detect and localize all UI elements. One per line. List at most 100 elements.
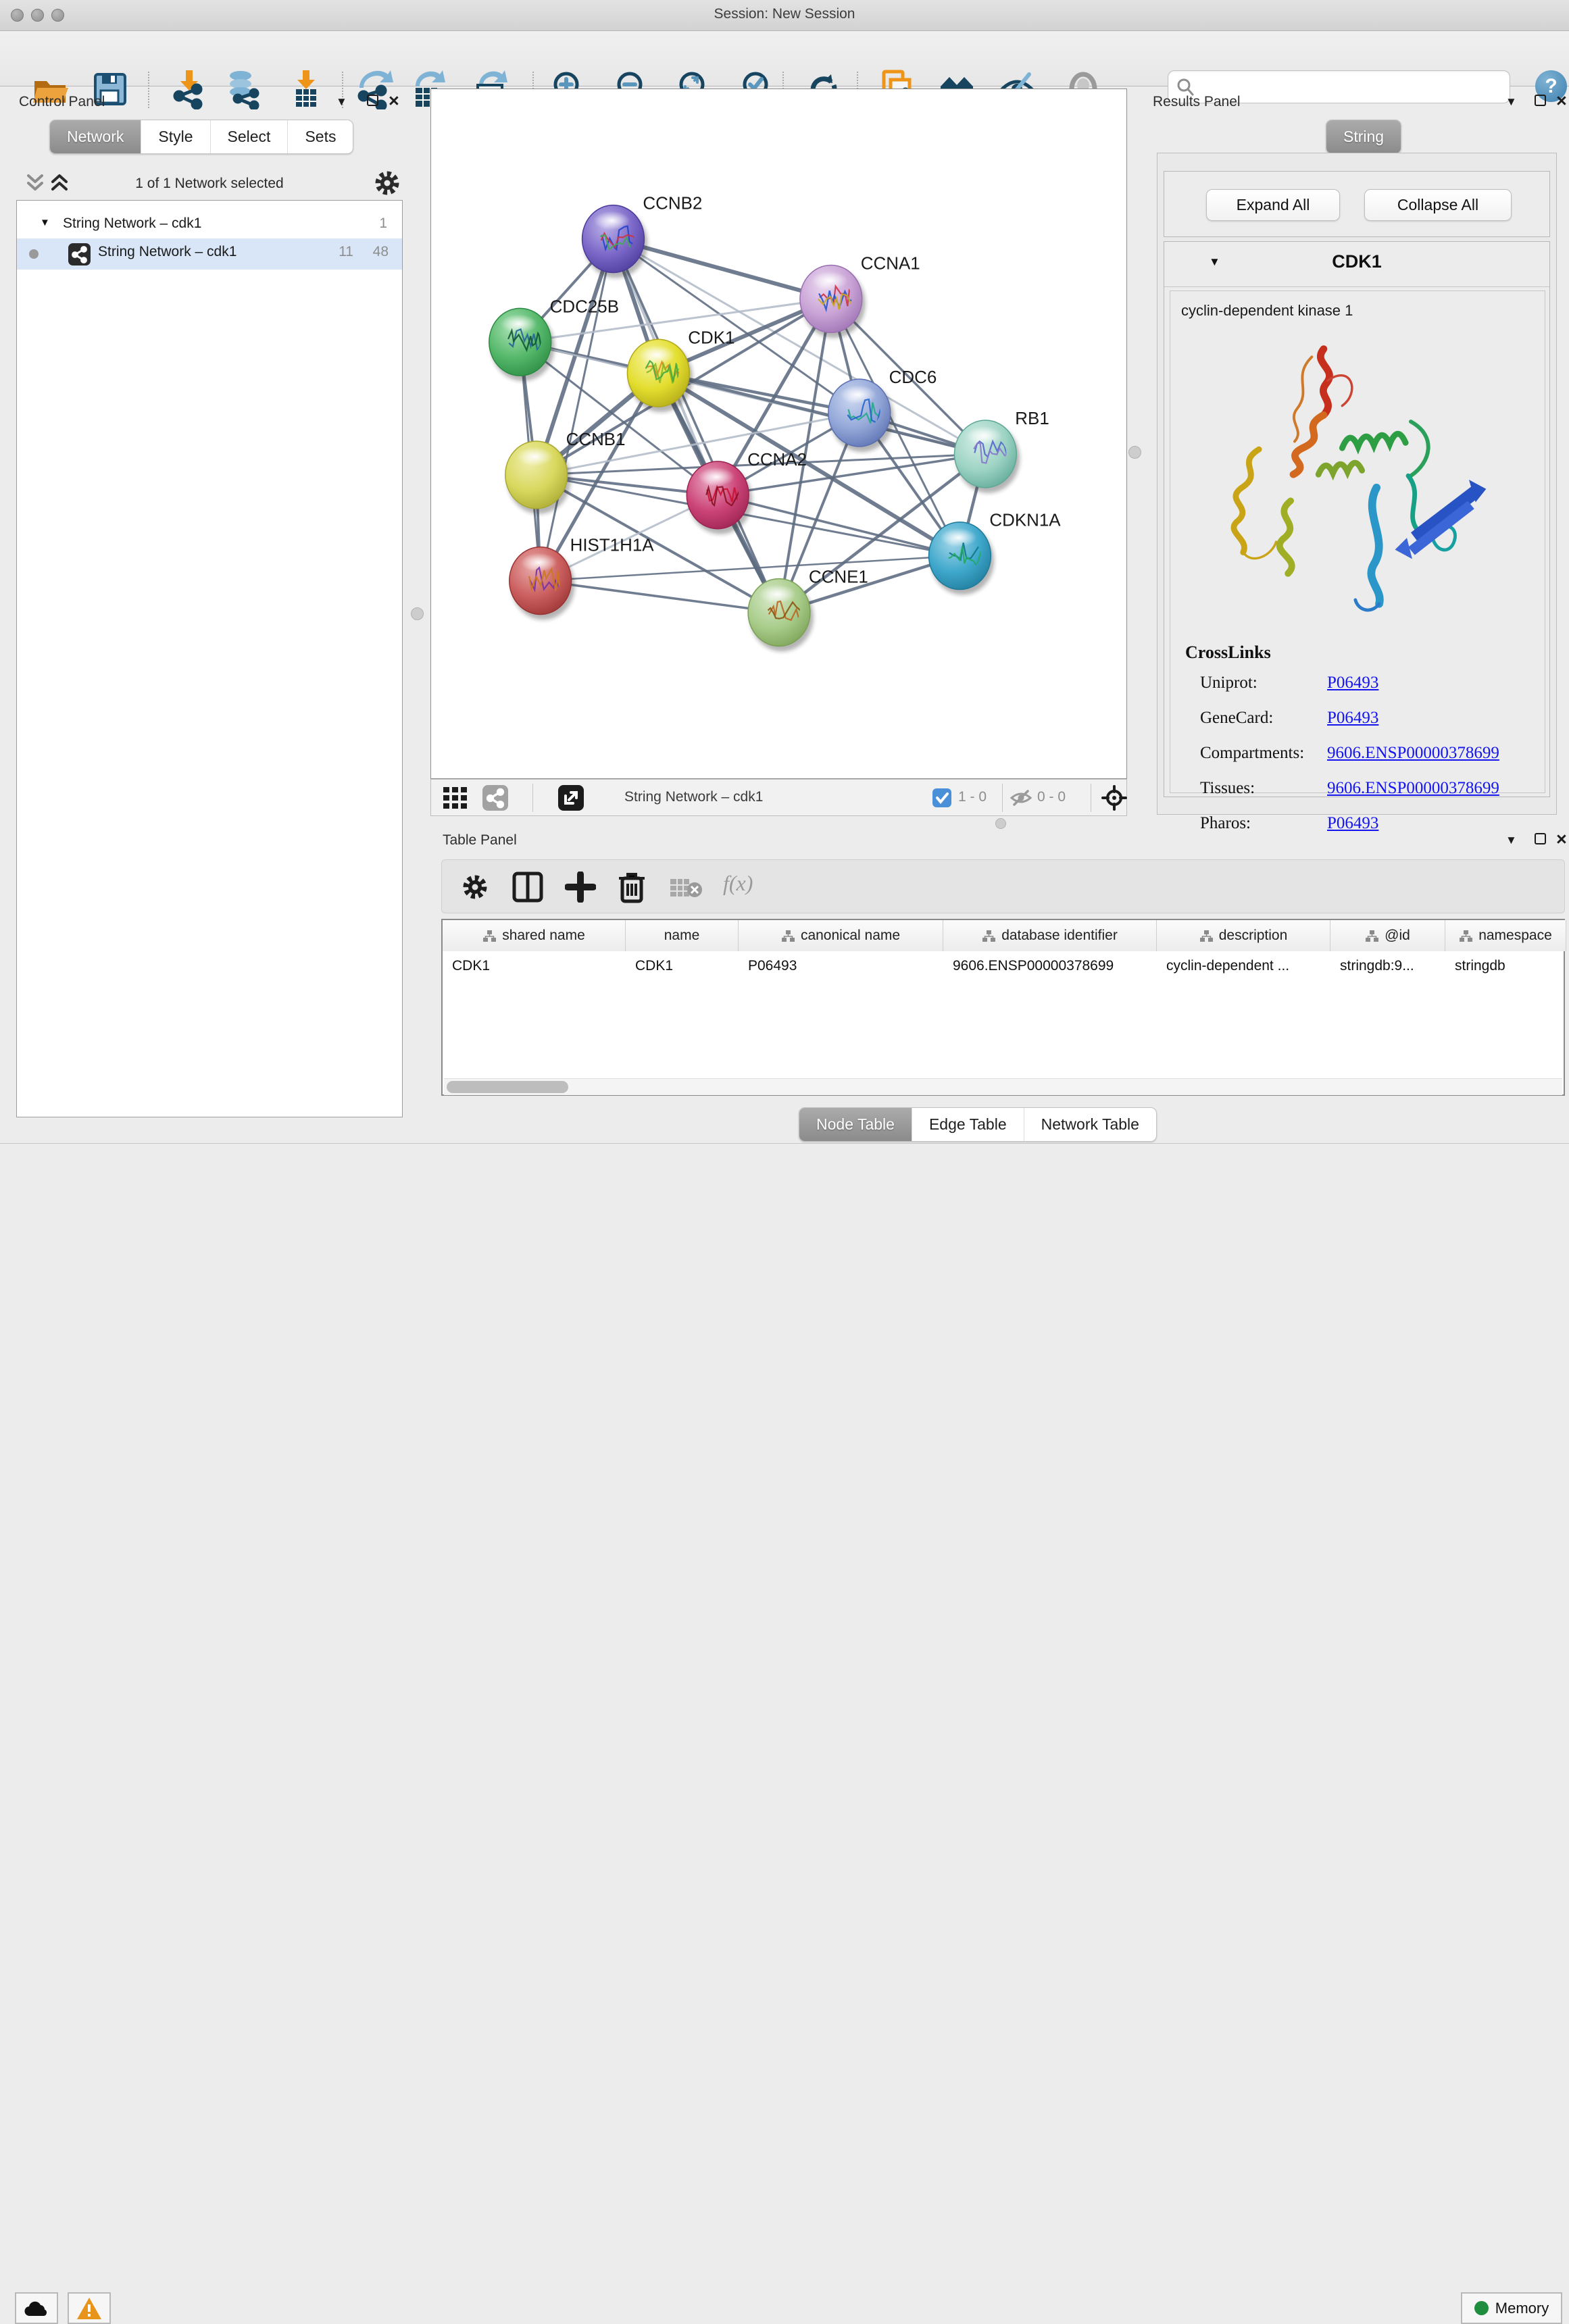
cloud-button[interactable] <box>15 2292 58 2324</box>
function-builder-icon[interactable]: f(x) <box>723 871 753 896</box>
warnings-button[interactable] <box>68 2292 111 2324</box>
graph-edge[interactable] <box>541 239 614 581</box>
table-cell[interactable]: P06493 <box>739 951 943 981</box>
selected-nodes-edges-count: 1 - 0 <box>958 789 987 805</box>
tab-style[interactable]: Style <box>141 120 209 153</box>
import-table-from-file-icon[interactable] <box>287 69 326 109</box>
table-cell[interactable]: stringdb:9... <box>1330 951 1445 981</box>
string-app-icon <box>68 243 91 266</box>
collapse-all-icon[interactable] <box>24 172 49 195</box>
table-options-gear-icon[interactable] <box>461 873 489 901</box>
network-name: String Network – cdk1 <box>98 244 236 260</box>
right-splitter-handle[interactable] <box>1128 446 1141 459</box>
network-row[interactable]: String Network – cdk1 11 48 <box>17 238 402 270</box>
expand-all-icon[interactable] <box>49 172 73 195</box>
graph-node-label: CCNA2 <box>747 451 807 470</box>
control-panel-tabs: NetworkStyleSelectSets <box>49 120 353 154</box>
control-panel-close-icon[interactable]: × <box>389 95 399 107</box>
grid-view-icon[interactable] <box>443 787 468 809</box>
tab-string[interactable]: String <box>1326 120 1401 153</box>
graph-edge[interactable] <box>541 581 779 613</box>
graph-node-label: RB1 <box>1015 409 1049 428</box>
column-header--id[interactable]: @id <box>1330 920 1445 951</box>
table-cell[interactable]: 9606.ENSP00000378699 <box>943 951 1157 981</box>
table-panel-close-icon[interactable]: × <box>1556 834 1567 845</box>
graph-node-CDK1[interactable]: CDK1 <box>627 328 734 412</box>
application-window: Session: New Session <box>0 0 1569 1185</box>
column-header-label: canonical name <box>801 928 900 944</box>
column-type-icon <box>482 930 497 942</box>
results-panel-undock-icon[interactable] <box>1535 95 1546 106</box>
toolbar-separator <box>148 72 149 108</box>
table-cell[interactable]: CDK1 <box>443 951 626 981</box>
import-network-from-database-icon[interactable] <box>223 69 262 109</box>
graph-edge[interactable] <box>613 239 779 613</box>
delete-column-trash-icon[interactable] <box>616 870 647 904</box>
string-style-icon[interactable] <box>482 785 508 811</box>
graph-node-CDKN1A[interactable]: CDKN1A <box>929 511 1062 595</box>
graph-node-label: CCNA1 <box>861 254 920 273</box>
column-header-namespace[interactable]: namespace <box>1445 920 1566 951</box>
graph-node-CCNB2[interactable]: CCNB2 <box>582 195 703 278</box>
graph-node-RB1[interactable]: RB1 <box>954 409 1049 493</box>
scrollbar-thumb[interactable] <box>447 1081 568 1093</box>
network-canvas[interactable]: CCNB2CCNA1CDC25BCDK1CDC6RB1CCNB1CCNA2CDK… <box>430 89 1127 779</box>
crosslink-value-link[interactable]: P06493 <box>1327 709 1378 728</box>
network-edge-count: 48 <box>373 244 389 260</box>
network-node-count: 11 <box>339 244 353 260</box>
gene-section-header[interactable]: ▼ CDK1 <box>1164 242 1549 287</box>
tab-sets[interactable]: Sets <box>287 120 353 153</box>
collection-expander-icon[interactable]: ▼ <box>40 217 50 228</box>
column-header-canonical-name[interactable]: canonical name <box>739 920 943 951</box>
graph-node-CCNA1[interactable]: CCNA1 <box>800 254 920 338</box>
birds-eye-view-icon[interactable] <box>1101 785 1127 811</box>
bottom-splitter-handle[interactable] <box>995 818 1006 829</box>
column-header-description[interactable]: description <box>1157 920 1330 951</box>
column-header-shared-name[interactable]: shared name <box>443 920 626 951</box>
show-columns-icon[interactable] <box>512 872 543 903</box>
network-options-gear-icon[interactable] <box>373 169 401 197</box>
search-input[interactable] <box>1199 74 1499 99</box>
open-in-new-window-icon[interactable] <box>558 785 584 811</box>
table-panel-float-icon[interactable]: ▼ <box>1505 834 1517 847</box>
selected-checkbox-icon[interactable] <box>932 788 951 807</box>
tab-edge-table[interactable]: Edge Table <box>912 1108 1024 1141</box>
control-panel-title: Control Panel <box>19 94 105 110</box>
crosslink-value-link[interactable]: 9606.ENSP00000378699 <box>1327 744 1499 763</box>
crosslink-value-link[interactable]: P06493 <box>1327 674 1378 692</box>
title-bar: Session: New Session <box>0 0 1569 31</box>
gene-description: cyclin-dependent kinase 1 <box>1181 302 1353 320</box>
network-collection-row[interactable]: ▼ String Network – cdk1 1 <box>17 210 402 241</box>
gene-symbol: CDK1 <box>1164 251 1549 272</box>
collapse-all-button[interactable]: Collapse All <box>1364 189 1512 221</box>
control-panel-undock-icon[interactable] <box>367 95 378 106</box>
network-selector-text[interactable]: 1 of 1 Network selected <box>81 176 338 192</box>
window-title: Session: New Session <box>0 6 1569 22</box>
expand-all-button[interactable]: Expand All <box>1206 189 1340 221</box>
table-cell[interactable]: CDK1 <box>626 951 739 981</box>
memory-button[interactable]: Memory <box>1461 2292 1562 2324</box>
network-graph[interactable]: CCNB2CCNA1CDC25BCDK1CDC6RB1CCNB1CCNA2CDK… <box>431 89 1126 778</box>
tab-network[interactable]: Network <box>50 120 141 153</box>
left-splitter-handle[interactable] <box>411 607 424 620</box>
table-panel-undock-icon[interactable] <box>1535 833 1546 844</box>
table-cell[interactable]: cyclin-dependent ... <box>1157 951 1330 981</box>
tab-node-table[interactable]: Node Table <box>799 1108 912 1141</box>
tab-select[interactable]: Select <box>210 120 288 153</box>
hidden-eye-slash-icon[interactable] <box>1010 788 1032 807</box>
column-header-name[interactable]: name <box>626 920 739 951</box>
tab-network-table[interactable]: Network Table <box>1024 1108 1156 1141</box>
crosslink-value-link[interactable]: 9606.ENSP00000378699 <box>1327 779 1499 798</box>
delete-table-icon[interactable] <box>669 876 704 899</box>
expand-collapse-box: Expand All Collapse All <box>1164 171 1550 237</box>
table-cell[interactable]: stringdb <box>1445 951 1566 981</box>
results-panel-close-icon[interactable]: × <box>1556 95 1567 107</box>
column-header-database-identifier[interactable]: database identifier <box>943 920 1157 951</box>
control-panel-float-icon[interactable]: ▼ <box>336 95 347 109</box>
create-column-plus-icon[interactable] <box>565 872 596 903</box>
column-type-icon <box>1365 930 1379 942</box>
crosslink-value-link[interactable]: P06493 <box>1327 814 1378 833</box>
import-network-from-file-icon[interactable] <box>170 69 209 109</box>
results-panel-float-icon[interactable]: ▼ <box>1505 95 1517 109</box>
network-view-statusbar: String Network – cdk1 1 - 0 0 - 0 <box>430 779 1127 816</box>
